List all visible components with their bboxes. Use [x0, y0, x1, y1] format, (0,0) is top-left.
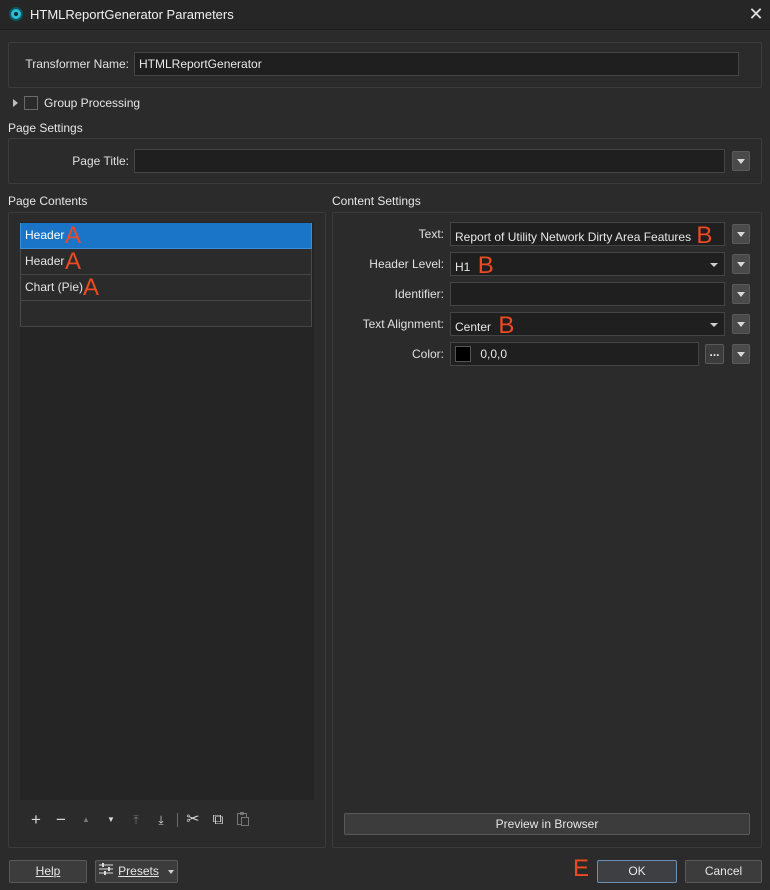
cancel-button[interactable]: Cancel [685, 860, 762, 883]
annotation-marker: B [696, 222, 713, 246]
title-bar: HTMLReportGenerator Parameters ✕ [0, 0, 770, 30]
identifier-menu-button[interactable] [732, 284, 750, 304]
presets-sliders-icon [98, 861, 113, 882]
text-alignment-value: Center [455, 320, 492, 334]
color-value: 0,0,0 [480, 347, 508, 361]
header-level-menu-button[interactable] [732, 254, 750, 274]
presets-label: Presets [118, 864, 159, 878]
presets-button[interactable]: Presets [95, 860, 178, 883]
header-level-label: Header Level: [369, 257, 444, 271]
text-alignment-label: Text Alignment: [362, 317, 444, 331]
color-label: Color: [411, 347, 444, 361]
header-level-dropdown[interactable]: H1 B [450, 252, 725, 276]
transformer-name-input[interactable]: HTMLReportGenerator [134, 52, 739, 76]
content-list: Header A Header A Chart (Pie) A [20, 222, 314, 800]
annotation-marker: E [573, 855, 590, 882]
preview-in-browser-button[interactable]: Preview in Browser [344, 813, 750, 835]
copy-icon[interactable]: ⧉ [209, 811, 227, 829]
text-alignment-menu-button[interactable] [732, 314, 750, 334]
app-icon [9, 7, 23, 21]
color-swatch[interactable] [455, 345, 471, 362]
move-to-bottom-icon[interactable]: ⤓ [152, 811, 170, 829]
chevron-down-icon [710, 263, 718, 267]
color-input[interactable]: 0,0,0 [450, 342, 699, 366]
header-level-value: H1 [455, 260, 471, 274]
toolbar-divider [177, 813, 178, 827]
move-up-icon[interactable]: ▲ [77, 811, 95, 829]
content-settings-heading: Content Settings [332, 194, 421, 208]
page-contents-heading: Page Contents [8, 194, 88, 208]
list-item[interactable]: Header A [20, 249, 312, 275]
page-title-label: Page Title: [72, 154, 129, 168]
list-item[interactable] [20, 301, 312, 327]
expand-arrow-icon[interactable] [13, 99, 18, 107]
page-title-input[interactable] [134, 149, 725, 173]
page-settings-heading: Page Settings [8, 121, 83, 135]
close-icon[interactable]: ✕ [744, 3, 768, 25]
chevron-down-icon [710, 323, 718, 327]
chevron-down-icon [168, 869, 175, 874]
add-item-icon[interactable]: + [27, 811, 45, 829]
text-input-value: Report of Utility Network Dirty Area Fea… [455, 230, 692, 244]
annotation-marker: B [477, 252, 494, 276]
annotation-marker: A [65, 222, 82, 249]
text-input[interactable]: Report of Utility Network Dirty Area Fea… [450, 222, 725, 246]
text-label: Text: [418, 227, 444, 241]
list-item-label: Chart (Pie) [25, 280, 84, 294]
text-alignment-dropdown[interactable]: Center B [450, 312, 725, 336]
remove-item-icon[interactable]: − [52, 811, 70, 829]
identifier-label: Identifier: [394, 287, 444, 301]
color-picker-button[interactable]: ... [705, 344, 724, 364]
group-processing-label: Group Processing [44, 96, 141, 110]
transformer-name-label: Transformer Name: [25, 57, 129, 71]
list-item-label: Header [25, 228, 65, 242]
content-settings-group [332, 212, 762, 848]
group-processing-checkbox[interactable] [24, 96, 38, 110]
annotation-marker: A [65, 248, 82, 275]
window-title: HTMLReportGenerator Parameters [30, 7, 234, 22]
list-item[interactable]: Chart (Pie) A [20, 275, 312, 301]
annotation-marker: A [83, 274, 100, 301]
paste-icon-graphic [237, 812, 249, 826]
page-title-menu-button[interactable] [732, 151, 750, 171]
text-menu-button[interactable] [732, 224, 750, 244]
paste-icon[interactable] [234, 811, 252, 829]
identifier-input[interactable] [450, 282, 725, 306]
color-menu-button[interactable] [732, 344, 750, 364]
move-down-icon[interactable]: ▼ [102, 811, 120, 829]
list-item-label: Header [25, 254, 65, 268]
list-item[interactable]: Header A [20, 223, 312, 249]
move-to-top-icon[interactable]: ⤒ [127, 811, 145, 829]
cut-icon[interactable]: ✂ [184, 811, 202, 829]
annotation-marker: B [498, 312, 515, 336]
ok-button[interactable]: OK [597, 860, 677, 883]
help-button[interactable]: Help [9, 860, 87, 883]
